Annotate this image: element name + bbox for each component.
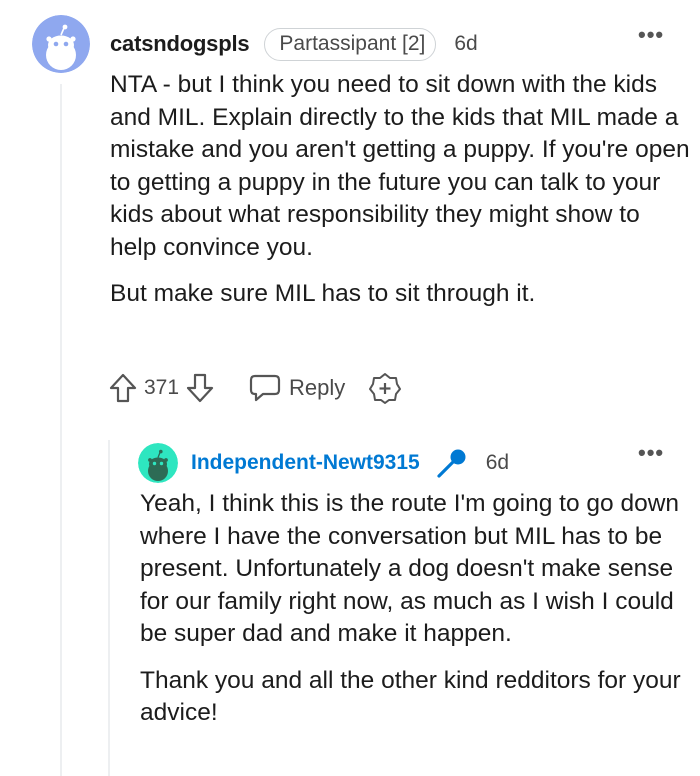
avatar[interactable]: [138, 443, 178, 483]
reply-label: Reply: [289, 375, 346, 400]
comment-thread: catsndogspls Partassipant [2] 6d ••• NTA…: [0, 0, 700, 776]
reply-button[interactable]: Reply: [249, 373, 345, 403]
comment-paragraph: But make sure MIL has to sit through it.: [110, 280, 536, 307]
more-options-icon[interactable]: •••: [638, 442, 664, 464]
comment-actions: 371 Reply: [108, 370, 402, 406]
award-plus-icon[interactable]: [369, 372, 402, 404]
speech-bubble-icon: [249, 373, 281, 403]
reply-paragraph: Thank you and all the other kind reddito…: [140, 666, 681, 727]
comment-header: catsndogspls Partassipant [2] 6d: [110, 26, 478, 62]
timestamp[interactable]: 6d: [454, 32, 477, 56]
microphone-icon: [436, 447, 468, 479]
more-options-icon[interactable]: •••: [638, 24, 664, 46]
comment-paragraph: NTA - but I think you need to sit down w…: [110, 71, 690, 261]
thread-line[interactable]: [60, 84, 62, 776]
reply-body: Yeah, I think this is the route I'm goin…: [140, 488, 700, 744]
thread-line[interactable]: [108, 440, 110, 776]
reply-paragraph: Yeah, I think this is the route I'm goin…: [140, 490, 680, 647]
reply-header: Independent-Newt9315 6d: [191, 447, 509, 479]
vote-count: 371: [144, 376, 180, 399]
op-username[interactable]: Independent-Newt9315: [191, 451, 420, 475]
username[interactable]: catsndogspls: [110, 31, 250, 57]
avatar[interactable]: [32, 15, 90, 73]
user-flair: Partassipant [2]: [264, 27, 437, 61]
comment-body: NTA - but I think you need to sit down w…: [110, 69, 690, 325]
arrow-up-icon[interactable]: [108, 372, 138, 404]
timestamp[interactable]: 6d: [486, 451, 509, 475]
arrow-down-icon[interactable]: [185, 372, 215, 404]
